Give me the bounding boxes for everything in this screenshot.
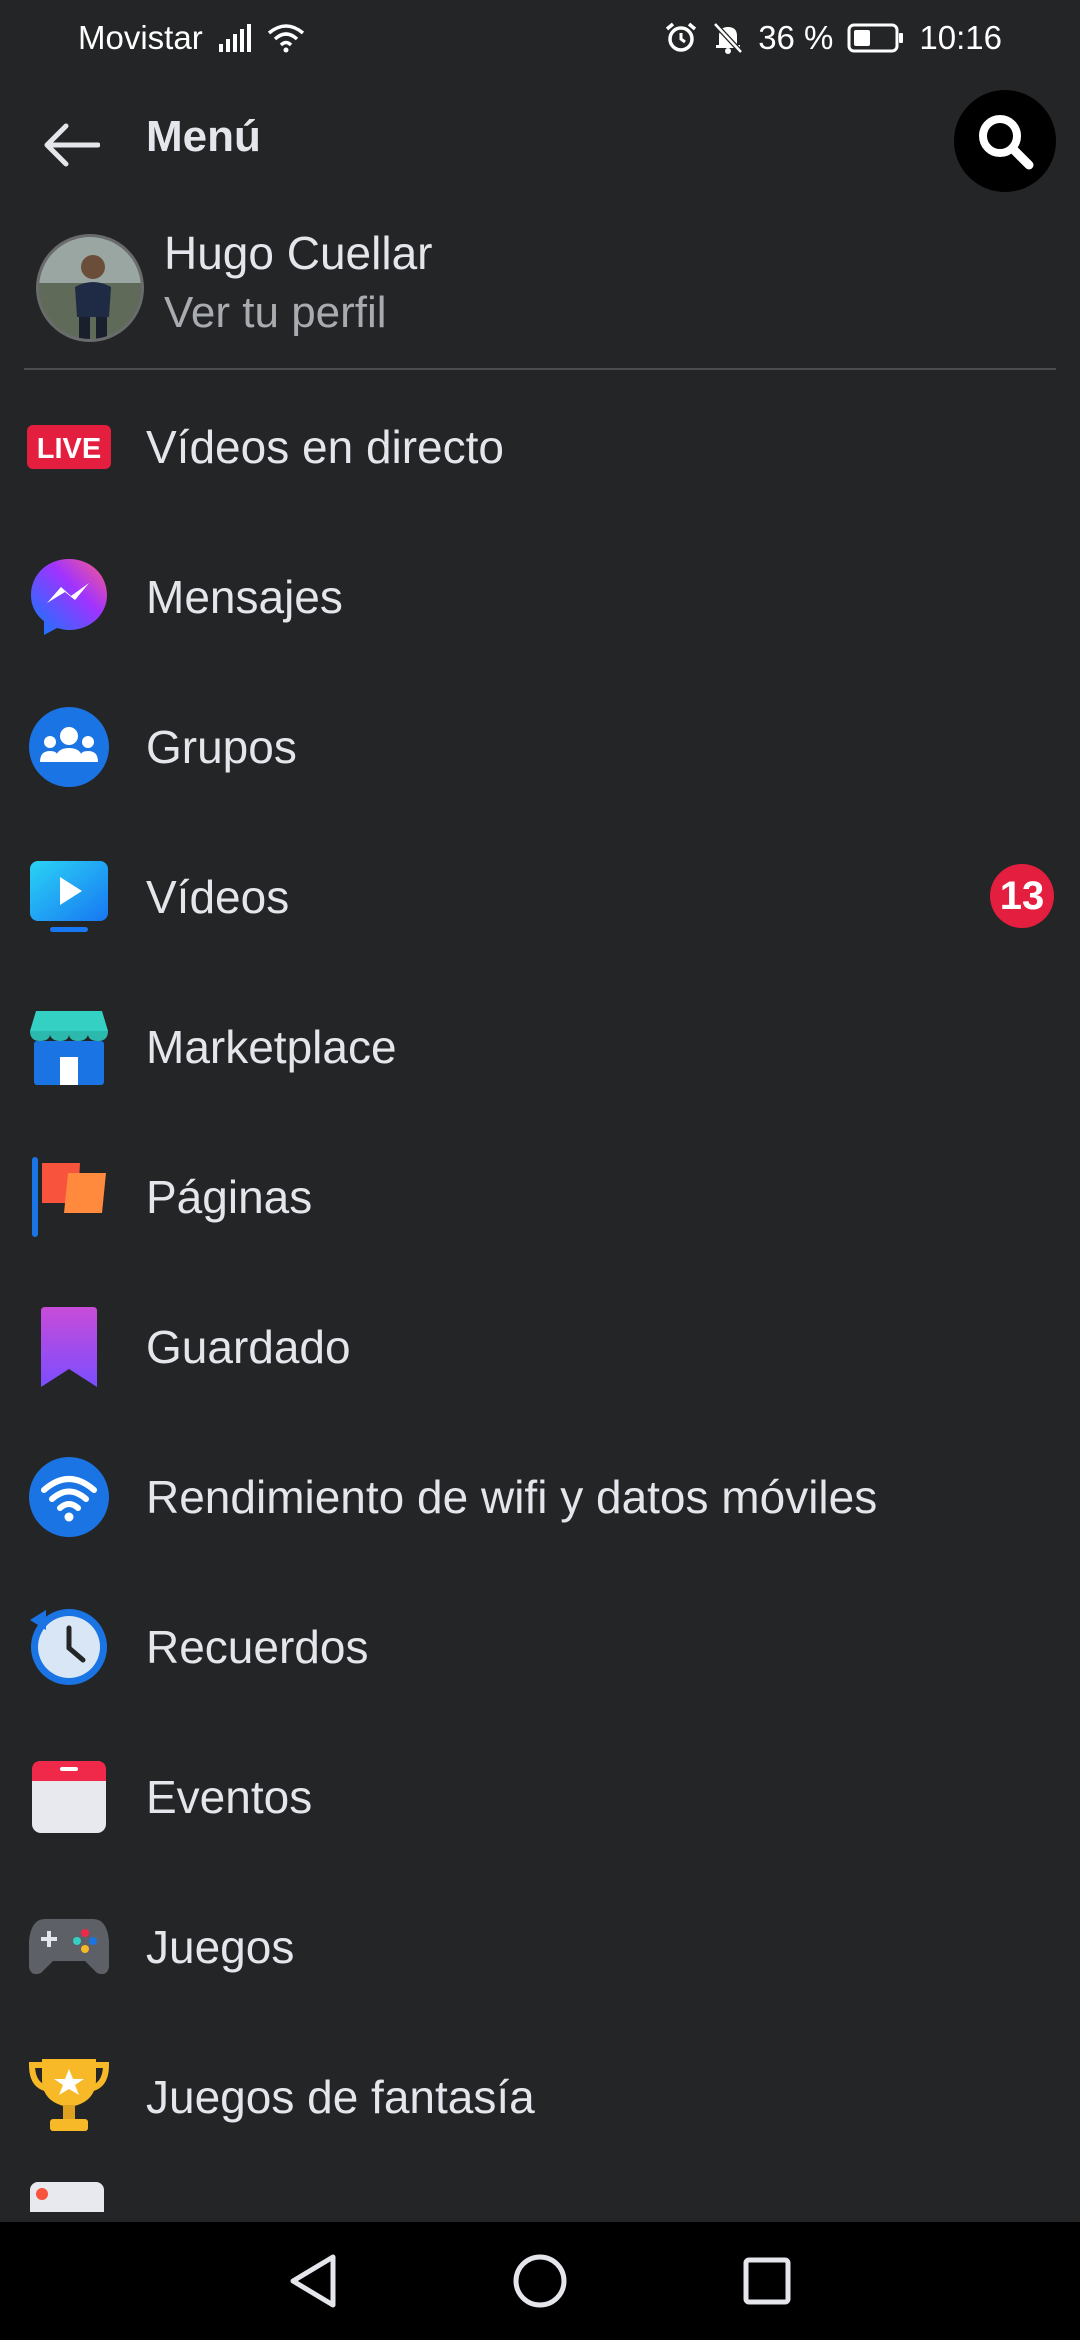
signal-icon	[217, 24, 253, 52]
battery-percent: 36 %	[758, 19, 834, 56]
profile-row[interactable]: Hugo Cuellar Ver tu perfil	[0, 214, 1080, 362]
groups-icon	[24, 705, 114, 789]
gamepad-icon	[24, 1905, 114, 1989]
alarm-icon	[664, 21, 698, 55]
search-icon	[979, 115, 1034, 170]
wifi-status-icon	[267, 23, 305, 53]
bookmark-icon	[24, 1305, 114, 1389]
nav-back-button[interactable]	[273, 2241, 353, 2321]
avatar	[36, 234, 144, 342]
page-title: Menú	[146, 112, 261, 161]
wifi-icon	[24, 1455, 114, 1539]
menu-label: Mensajes	[146, 571, 343, 623]
menu-item-marketplace[interactable]: Marketplace	[0, 972, 1080, 1122]
menu-label: Vídeos en directo	[146, 421, 505, 473]
menu-label: Juegos	[146, 1921, 295, 1973]
video-icon	[24, 855, 114, 939]
calendar-icon	[24, 1755, 114, 1839]
messenger-icon	[24, 555, 114, 639]
system-nav-bar	[0, 2222, 1080, 2340]
square-recents-icon	[743, 2257, 791, 2305]
notification-badge: 13	[990, 864, 1054, 928]
view-profile-link: Ver tu perfil	[164, 288, 387, 337]
divider	[24, 368, 1056, 370]
menu-item-messages[interactable]: Mensajes	[0, 522, 1080, 672]
menu-item-events[interactable]: Eventos	[0, 1722, 1080, 1872]
trophy-icon	[24, 2055, 114, 2139]
menu-item-saved[interactable]: Guardado	[0, 1272, 1080, 1422]
triangle-back-icon	[290, 2254, 336, 2308]
menu-label: Vídeos	[146, 871, 290, 923]
nav-recents-button[interactable]	[727, 2241, 807, 2321]
menu-label: Grupos	[146, 721, 297, 773]
memories-clock-icon	[24, 1605, 114, 1689]
menu-item-live-videos[interactable]: LIVE Vídeos en directo	[0, 372, 1080, 522]
menu-label: Marketplace	[146, 1021, 397, 1073]
partial-icon	[30, 2182, 104, 2212]
flag-icon	[24, 1155, 114, 1239]
status-bar: Movistar 36 % 10:16	[0, 0, 1080, 76]
menu-item-games[interactable]: Juegos	[0, 1872, 1080, 2022]
menu-item-fantasy-games[interactable]: Juegos de fantasía	[0, 2022, 1080, 2172]
live-badge-text: LIVE	[37, 433, 101, 465]
menu-label: Eventos	[146, 1771, 313, 1823]
search-button[interactable]	[954, 90, 1056, 192]
menu-list: LIVE Vídeos en directo Mensajes Grupos V…	[0, 372, 1080, 2212]
menu-item-data-performance[interactable]: Rendimiento de wifi y datos móviles	[0, 1422, 1080, 1572]
menu-label: Páginas	[146, 1171, 313, 1223]
menu-item-videos[interactable]: Vídeos 13	[0, 822, 1080, 972]
menu-label: Recuerdos	[146, 1621, 369, 1673]
menu-label: Juegos de fantasía	[146, 2071, 535, 2123]
circle-home-icon	[513, 2254, 567, 2308]
menu-label: Rendimiento de wifi y datos móviles	[146, 1471, 878, 1523]
profile-name: Hugo Cuellar	[164, 227, 433, 279]
nav-home-button[interactable]	[500, 2241, 580, 2321]
menu-item-groups[interactable]: Grupos	[0, 672, 1080, 822]
menu-header: Menú	[0, 76, 1080, 202]
bell-muted-icon	[712, 21, 744, 55]
clock-time: 10:16	[919, 19, 1002, 56]
marketplace-icon	[24, 1005, 114, 1089]
menu-label: Guardado	[146, 1321, 351, 1373]
battery-icon	[847, 23, 905, 53]
menu-screen: Movistar 36 % 10:16 Menú Hugo Cuellar Ve…	[0, 0, 1080, 2340]
back-arrow-icon	[44, 123, 100, 167]
menu-item-partial[interactable]	[0, 2172, 1080, 2212]
menu-item-pages[interactable]: Páginas	[0, 1122, 1080, 1272]
back-button[interactable]	[30, 104, 112, 186]
carrier-label: Movistar	[78, 19, 203, 56]
menu-item-memories[interactable]: Recuerdos	[0, 1572, 1080, 1722]
live-icon: LIVE	[24, 405, 114, 489]
